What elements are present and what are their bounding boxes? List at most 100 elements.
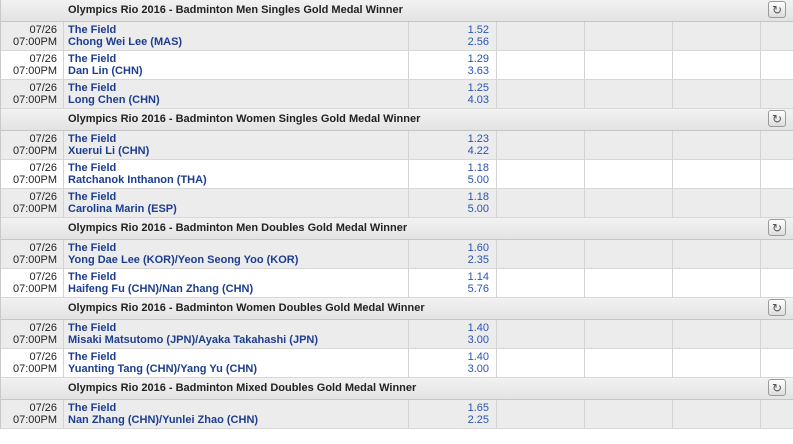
odds-value[interactable]: 1.65	[468, 402, 489, 414]
participant-link[interactable]: The Field	[68, 242, 116, 254]
empty-odds-cell	[672, 269, 761, 297]
event-time: 07:00PM	[12, 363, 57, 375]
table-row: 07/26 07:00PM The Field Xuerui Li (CHN) 1.23…	[1, 131, 793, 160]
empty-odds-cell	[584, 80, 673, 108]
odds-value[interactable]: 1.18	[468, 162, 489, 174]
empty-odds-cell	[496, 131, 585, 159]
event-time: 07:00PM	[12, 145, 57, 157]
participant-link[interactable]: Long Chen (CHN)	[68, 94, 160, 106]
participants-cell: The Field Chong Wei Lee (MAS)	[63, 22, 409, 50]
empty-odds-cell	[760, 51, 792, 79]
empty-odds-cell	[584, 189, 673, 217]
odds-value[interactable]: 3.00	[468, 363, 489, 375]
empty-odds-cell	[672, 51, 761, 79]
odds-value[interactable]: 2.35	[468, 254, 489, 266]
odds-value[interactable]: 1.29	[468, 53, 489, 65]
participant-link[interactable]: Chong Wei Lee (MAS)	[68, 36, 182, 48]
participants-cell: The Field Dan Lin (CHN)	[63, 51, 409, 79]
participant-link[interactable]: The Field	[68, 271, 116, 283]
empty-odds-cell	[496, 160, 585, 188]
odds-value[interactable]: 2.25	[468, 414, 489, 426]
participant-link[interactable]: The Field	[68, 24, 116, 36]
odds-value[interactable]: 1.14	[468, 271, 489, 283]
empty-odds-cell	[672, 320, 761, 348]
empty-odds-cell	[672, 400, 761, 428]
empty-odds-cell	[584, 320, 673, 348]
odds-value[interactable]: 4.22	[468, 145, 489, 157]
participant-link[interactable]: Dan Lin (CHN)	[68, 65, 143, 77]
odds-value[interactable]: 1.25	[468, 82, 489, 94]
market-header: Olympics Rio 2016 - Badminton Men Single…	[1, 0, 793, 22]
participant-link[interactable]: The Field	[68, 82, 116, 94]
participant-link[interactable]: The Field	[68, 162, 116, 174]
market-title: Olympics Rio 2016 - Badminton Mixed Doub…	[68, 382, 417, 394]
market-header: Olympics Rio 2016 - Badminton Men Double…	[1, 218, 793, 240]
event-date: 07/26	[29, 191, 57, 203]
participant-link[interactable]: The Field	[68, 351, 116, 363]
event-date: 07/26	[29, 162, 57, 174]
event-date: 07/26	[29, 24, 57, 36]
participants-cell: The Field Long Chen (CHN)	[63, 80, 409, 108]
empty-odds-cell	[760, 189, 792, 217]
time-cell: 07/26 07:00PM	[1, 189, 64, 217]
refresh-icon[interactable]: ↻	[768, 1, 786, 18]
participant-link[interactable]: The Field	[68, 191, 116, 203]
odds-value[interactable]: 4.03	[468, 94, 489, 106]
empty-odds-cell	[496, 269, 585, 297]
participant-link[interactable]: Misaki Matsutomo (JPN)/Ayaka Takahashi (…	[68, 334, 318, 346]
participant-link[interactable]: The Field	[68, 402, 116, 414]
participant-link[interactable]: Haifeng Fu (CHN)/Nan Zhang (CHN)	[68, 283, 253, 295]
odds-value[interactable]: 1.40	[468, 351, 489, 363]
event-time: 07:00PM	[12, 414, 57, 426]
participant-link[interactable]: Xuerui Li (CHN)	[68, 145, 149, 157]
odds-value[interactable]: 1.18	[468, 191, 489, 203]
table-row: 07/26 07:00PM The Field Yuanting Tang (CHN)…	[1, 349, 793, 378]
participant-link[interactable]: Nan Zhang (CHN)/Yunlei Zhao (CHN)	[68, 414, 258, 426]
event-time: 07:00PM	[12, 334, 57, 346]
empty-odds-cell	[584, 240, 673, 268]
empty-odds-cell	[760, 320, 792, 348]
odds-value[interactable]: 5.00	[468, 174, 489, 186]
time-cell: 07/26 07:00PM	[1, 349, 64, 377]
refresh-icon[interactable]: ↻	[768, 299, 786, 316]
odds-value[interactable]: 5.00	[468, 203, 489, 215]
participant-link[interactable]: Ratchanok Inthanon (THA)	[68, 174, 207, 186]
participant-link[interactable]: Yong Dae Lee (KOR)/Yeon Seong Yoo (KOR)	[68, 254, 298, 266]
empty-odds-cell	[672, 240, 761, 268]
table-row: 07/26 07:00PM The Field Carolina Marin (ESP…	[1, 189, 793, 218]
odds-value[interactable]: 3.63	[468, 65, 489, 77]
odds-value[interactable]: 2.56	[468, 36, 489, 48]
odds-value[interactable]: 1.23	[468, 133, 489, 145]
odds-value[interactable]: 3.00	[468, 334, 489, 346]
odds-cell: 1.25 4.03	[408, 80, 497, 108]
refresh-icon[interactable]: ↻	[768, 110, 786, 127]
time-cell: 07/26 07:00PM	[1, 160, 64, 188]
odds-cell: 1.60 2.35	[408, 240, 497, 268]
market-title: Olympics Rio 2016 - Badminton Women Sing…	[68, 113, 421, 125]
odds-value[interactable]: 1.52	[468, 24, 489, 36]
refresh-icon[interactable]: ↻	[768, 219, 786, 236]
participant-link[interactable]: The Field	[68, 322, 116, 334]
odds-cell: 1.14 5.76	[408, 269, 497, 297]
participants-cell: The Field Ratchanok Inthanon (THA)	[63, 160, 409, 188]
participants-cell: The Field Xuerui Li (CHN)	[63, 131, 409, 159]
participants-cell: The Field Carolina Marin (ESP)	[63, 189, 409, 217]
empty-odds-cell	[584, 160, 673, 188]
empty-odds-cell	[584, 51, 673, 79]
empty-odds-cell	[672, 131, 761, 159]
refresh-icon[interactable]: ↻	[768, 379, 786, 396]
odds-value[interactable]: 1.40	[468, 322, 489, 334]
market-header: Olympics Rio 2016 - Badminton Women Doub…	[1, 298, 793, 320]
odds-cell: 1.52 2.56	[408, 22, 497, 50]
empty-odds-cell	[496, 22, 585, 50]
participant-link[interactable]: The Field	[68, 53, 116, 65]
participant-link[interactable]: Yuanting Tang (CHN)/Yang Yu (CHN)	[68, 363, 257, 375]
event-date: 07/26	[29, 351, 57, 363]
market-header: Olympics Rio 2016 - Badminton Women Sing…	[1, 109, 793, 131]
odds-value[interactable]: 5.76	[468, 283, 489, 295]
participant-link[interactable]: The Field	[68, 133, 116, 145]
odds-value[interactable]: 1.60	[468, 242, 489, 254]
empty-odds-cell	[496, 349, 585, 377]
participant-link[interactable]: Carolina Marin (ESP)	[68, 203, 177, 215]
market-header: Olympics Rio 2016 - Badminton Mixed Doub…	[1, 378, 793, 400]
